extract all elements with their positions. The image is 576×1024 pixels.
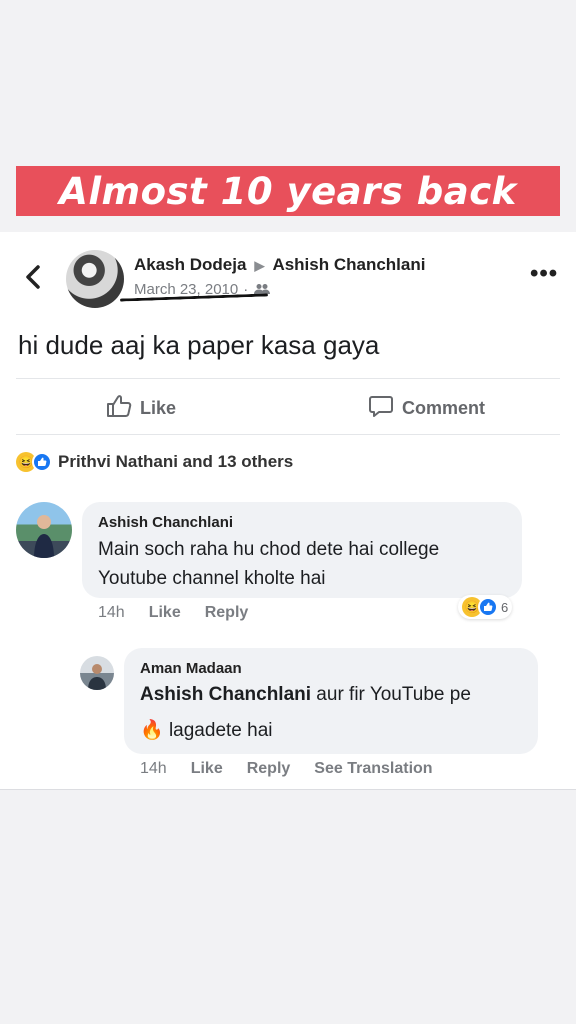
reply-text-part: aur fir YouTube pe (311, 684, 471, 705)
comment-like-button[interactable]: Like (149, 604, 181, 622)
author-avatar[interactable] (66, 250, 124, 308)
headline-text: Almost 10 years back (59, 169, 517, 213)
reply-author-name[interactable]: Aman Madaan (140, 660, 522, 677)
comment-reactions[interactable]: 😆 6 (458, 595, 513, 619)
comment-time: 14h (98, 604, 125, 621)
arrow-right-icon: ▶ (254, 258, 265, 273)
comment-bubble: Ashish Chanchlani Main soch raha hu chod… (82, 502, 522, 598)
divider (16, 434, 560, 435)
mention-link[interactable]: Ashish Chanchlani (140, 684, 311, 705)
comment-reaction-count: 6 (501, 599, 509, 615)
post-header: Akash Dodeja ▶ Ashish Chanchlani (134, 255, 425, 275)
reply-like-button[interactable]: Like (191, 760, 223, 778)
reaction-summary-text: Prithvi Nathani and 13 others (58, 452, 294, 471)
comment-reply-button[interactable]: Reply (205, 604, 249, 622)
commenter-name[interactable]: Ashish Chanchlani (98, 514, 506, 531)
see-translation-link[interactable]: See Translation (314, 760, 432, 778)
post-text: hi dude aaj ka paper kasa gaya (18, 330, 380, 360)
reply-meta: 14h Like Reply See Translation (140, 760, 433, 778)
like-reaction-icon (32, 452, 52, 472)
like-reaction-icon (478, 597, 498, 617)
reaction-summary[interactable]: 😆 Prithvi Nathani and 13 others (16, 452, 293, 472)
comment-button[interactable]: Comment (368, 394, 485, 423)
comment-text: Main soch raha hu chod dete hai college … (98, 539, 440, 589)
like-label: Like (140, 398, 177, 418)
fire-icon: 🔥 (140, 720, 164, 741)
divider (16, 378, 560, 379)
reply-text-part: lagadete hai (163, 720, 273, 741)
reply-bubble: Aman Madaan Ashish Chanchlani aur fir Yo… (124, 648, 538, 754)
headline-banner: Almost 10 years back (16, 166, 560, 216)
reply-reply-button[interactable]: Reply (247, 760, 291, 778)
target-name[interactable]: Ashish Chanchlani (272, 255, 425, 274)
commenter-avatar[interactable] (16, 502, 72, 558)
author-name[interactable]: Akash Dodeja (134, 255, 246, 274)
reply-text: Ashish Chanchlani aur fir YouTube pe 🔥 l… (140, 677, 522, 749)
like-button[interactable]: Like (106, 394, 176, 423)
comment-label: Comment (402, 398, 486, 418)
reply-time: 14h (140, 760, 167, 777)
reply-avatar[interactable] (80, 656, 114, 690)
comment-icon (368, 394, 394, 423)
chevron-left-icon[interactable] (24, 264, 42, 294)
more-options-icon[interactable]: ••• (530, 260, 558, 288)
comment-meta: 14h Like Reply (98, 604, 248, 622)
thumbs-up-icon (106, 394, 132, 423)
